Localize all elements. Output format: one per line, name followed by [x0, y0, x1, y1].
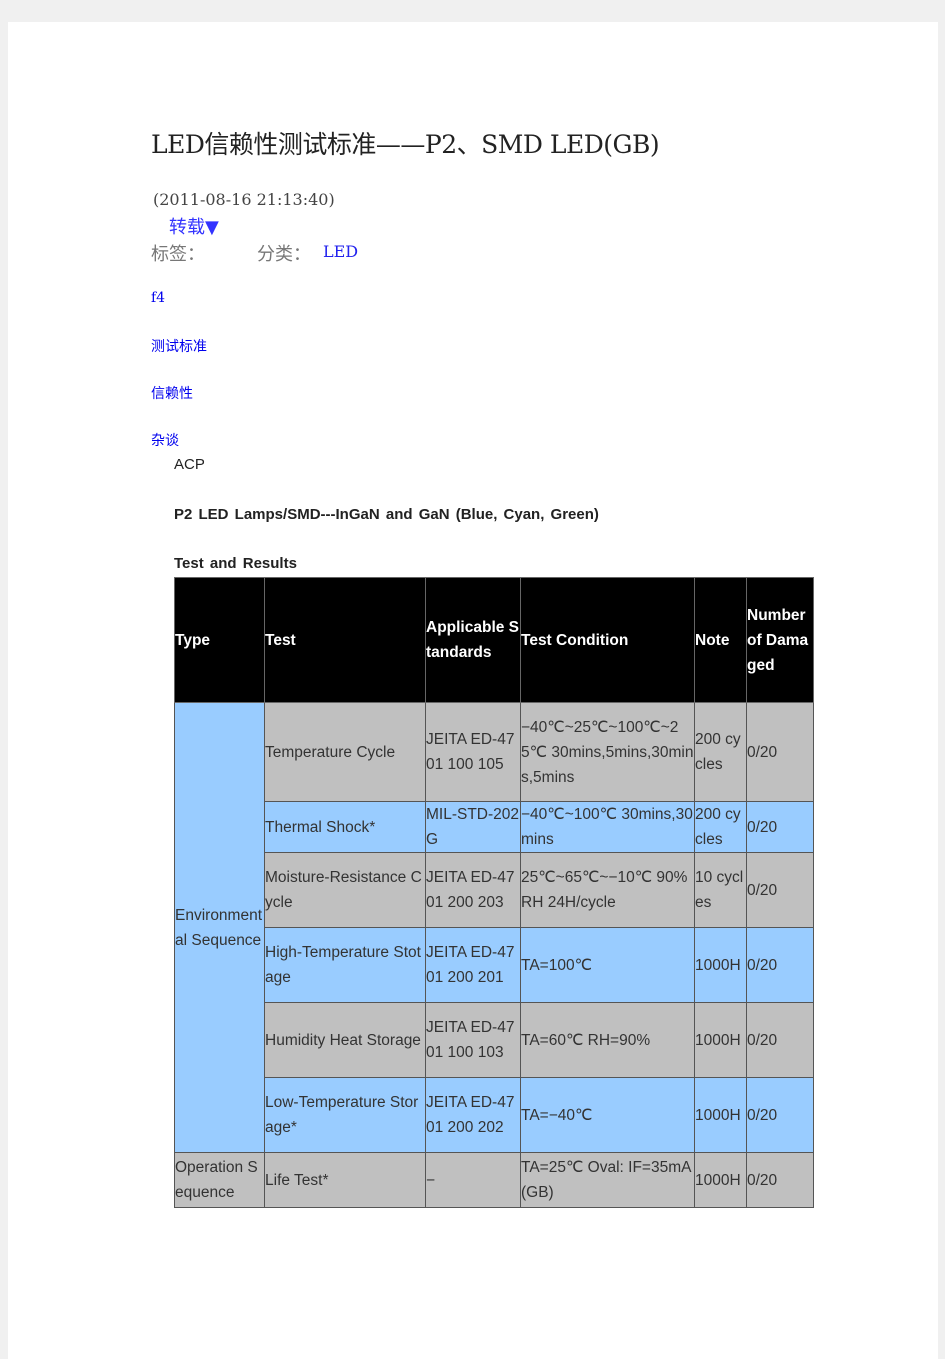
note-cell: 1000H	[694, 1002, 747, 1078]
tag-link[interactable]: 杂谈	[151, 430, 179, 450]
table-row: Moisture-Resistance Cycle JEITA ED-4701 …	[174, 852, 814, 928]
page-title: LED信赖性测试标准——P2、SMD LED(GB)	[151, 130, 660, 159]
type-cell: Operation Sequence	[174, 1152, 265, 1208]
note-cell: 1000H	[694, 1152, 747, 1208]
condition-cell: 25℃~65℃~−10℃ 90%RH 24H/cycle	[520, 852, 695, 928]
standard-cell: JEITA ED-4701 200 202	[425, 1077, 521, 1153]
tag-link[interactable]: f4	[151, 290, 165, 306]
condition-cell: TA=100℃	[520, 927, 695, 1003]
test-cell: Life Test*	[264, 1152, 426, 1208]
note-cell: 200 cycles	[694, 801, 747, 853]
repost-link[interactable]: 转载▼	[169, 213, 219, 239]
standard-cell: −	[425, 1152, 521, 1208]
note-cell: 10 cycles	[694, 852, 747, 928]
table-header-row: Type Test Applicable Standards Test Cond…	[174, 577, 814, 703]
condition-cell: −40℃~100℃ 30mins,30mins	[520, 801, 695, 853]
standard-cell: JEITA ED-4701 200 201	[425, 927, 521, 1003]
note-cell: 1000H	[694, 1077, 747, 1153]
damaged-cell: 0/20	[746, 1077, 814, 1153]
test-cell: Moisture-Resistance Cycle	[264, 852, 426, 928]
table-row: Low-Temperature Storage* JEITA ED-4701 2…	[174, 1077, 814, 1153]
note-cell: 1000H	[694, 927, 747, 1003]
header-type: Type	[174, 577, 265, 703]
damaged-cell: 0/20	[746, 1002, 814, 1078]
condition-cell: TA=25℃ Oval: IF=35mA(GB)	[520, 1152, 695, 1208]
header-test: Test	[264, 577, 426, 703]
table-row: Environmental Sequence Temperature Cycle…	[174, 702, 814, 1153]
category-label: 分类：	[257, 244, 311, 265]
tag-link[interactable]: 测试标准	[151, 336, 207, 356]
results-table: Type Test Applicable Standards Test Cond…	[174, 577, 814, 1208]
test-cell: Low-Temperature Storage*	[264, 1077, 426, 1153]
damaged-cell: 0/20	[746, 1152, 814, 1208]
standard-cell: MIL-STD-202G	[425, 801, 521, 853]
condition-cell: −40℃~25℃~100℃~25℃ 30mins,5mins,30mins,5m…	[520, 702, 695, 802]
test-cell: High-Temperature Stotage	[264, 927, 426, 1003]
standard-cell: JEITA ED-4701 200 203	[425, 852, 521, 928]
type-cell: Environmental Sequence	[174, 702, 265, 1153]
damaged-cell: 0/20	[746, 927, 814, 1003]
note-cell: 200 cycles	[694, 702, 747, 802]
test-cell: Thermal Shock*	[264, 801, 426, 853]
damaged-cell: 0/20	[746, 852, 814, 928]
table-row: Humidity Heat Storage JEITA ED-4701 100 …	[174, 1002, 814, 1078]
tags-label: 标签：	[151, 244, 205, 265]
section-subtitle: P2 LED Lamps/SMD---InGaN and GaN (Blue, …	[174, 506, 599, 523]
document-page: LED信赖性测试标准——P2、SMD LED(GB) (2011-08-16 2…	[8, 22, 938, 1359]
header-condition: Test Condition	[520, 577, 695, 703]
header-standards: Applicable Standards	[425, 577, 521, 703]
condition-cell: TA=−40℃	[520, 1077, 695, 1153]
category-link[interactable]: LED	[323, 242, 358, 261]
condition-cell: TA=60℃ RH=90%	[520, 1002, 695, 1078]
header-note: Note	[694, 577, 747, 703]
damaged-cell: 0/20	[746, 801, 814, 853]
standard-cell: JEITA ED-4701 100 105	[425, 702, 521, 802]
table-row: Thermal Shock* MIL-STD-202G −40℃~100℃ 30…	[174, 801, 814, 853]
test-cell: Temperature Cycle	[264, 702, 426, 802]
table-row: High-Temperature Stotage JEITA ED-4701 2…	[174, 927, 814, 1003]
tag-link[interactable]: 信赖性	[151, 383, 193, 403]
section-heading: Test and Results	[174, 555, 297, 572]
acp-label: ACP	[174, 456, 205, 473]
post-date: (2011-08-16 21:13:40)	[153, 190, 335, 209]
standard-cell: JEITA ED-4701 100 103	[425, 1002, 521, 1078]
damaged-cell: 0/20	[746, 702, 814, 802]
table-row: Operation Sequence Life Test* − TA=25℃ O…	[174, 1152, 814, 1208]
header-damaged: Number of Damaged	[746, 577, 814, 703]
test-cell: Humidity Heat Storage	[264, 1002, 426, 1078]
